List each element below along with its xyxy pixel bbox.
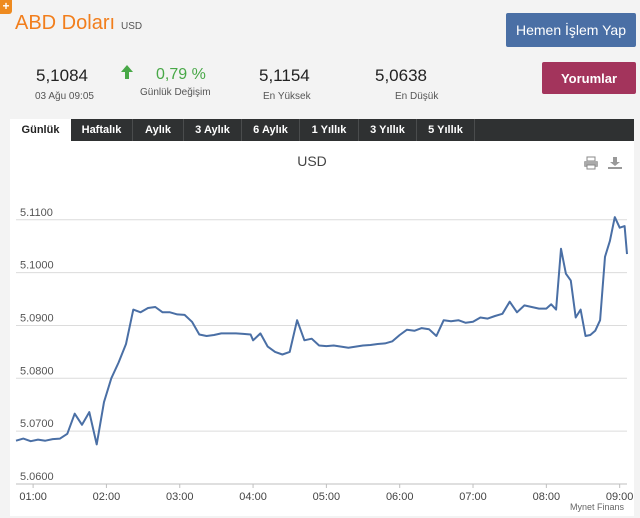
print-icon[interactable] — [583, 156, 599, 170]
trade-now-button[interactable]: Hemen İşlem Yap — [506, 13, 636, 47]
low-value: 5,0638 — [375, 66, 427, 85]
x-tick-label: 02:00 — [93, 491, 121, 503]
tab-6-months[interactable]: 6 Aylık — [242, 119, 300, 141]
low-block: 5,0638 En Düşük — [375, 66, 438, 102]
tab-3-years[interactable]: 3 Yıllık — [359, 119, 417, 141]
page-title: ABD Doları USD — [15, 12, 142, 35]
high-value: 5,1154 — [259, 66, 310, 85]
y-tick-label: 5.1100 — [20, 207, 53, 219]
y-tick-label: 5.0700 — [20, 418, 54, 430]
plus-icon: + — [0, 0, 12, 14]
high-label: En Yüksek — [263, 91, 311, 102]
price-chart-panel: USD 5.0600 5.0700 5.0800 5.0900 5.1000 5.1100 0… — [10, 141, 634, 516]
y-tick-label: 5.1000 — [20, 260, 54, 272]
daily-change-label: Günlük Değişim — [140, 87, 211, 98]
high-block: 5,1154 En Yüksek — [259, 66, 311, 102]
low-label: En Düşük — [395, 91, 439, 102]
tab-5-years[interactable]: 5 Yıllık — [417, 119, 475, 141]
x-tick-label: 05:00 — [313, 491, 341, 503]
current-price: 5,1084 — [36, 66, 88, 85]
x-tick-label: 03:00 — [166, 491, 194, 503]
y-tick-label: 5.0800 — [20, 365, 54, 377]
tab-1-year[interactable]: 1 Yıllık — [300, 119, 359, 141]
currency-name: ABD Doları — [15, 12, 116, 34]
tab-3-months[interactable]: 3 Aylık — [184, 119, 242, 141]
x-tick-label: 07:00 — [459, 491, 487, 503]
current-price-block: 5,1084 03 Ağu 09:05 — [35, 66, 94, 102]
up-arrow-icon — [120, 64, 144, 85]
price-datetime: 03 Ağu 09:05 — [35, 91, 94, 102]
chart-title: USD — [297, 153, 327, 169]
x-tick-label: 04:00 — [239, 491, 267, 503]
price-chart: USD 5.0600 5.0700 5.0800 5.0900 5.1000 5.1100 0… — [15, 153, 633, 512]
series-line — [15, 216, 628, 446]
daily-change-block: 0,79 % Günlük Değişim — [120, 64, 211, 98]
comments-button[interactable]: Yorumlar — [542, 62, 636, 94]
tab-monthly[interactable]: Aylık — [133, 119, 184, 141]
period-tabs: Günlük Haftalık Aylık 3 Aylık 6 Aylık 1 … — [10, 119, 634, 141]
x-tick-label: 06:00 — [386, 491, 414, 503]
x-tick-label: 01:00 — [19, 491, 47, 503]
currency-code: USD — [121, 21, 143, 32]
tab-weekly[interactable]: Haftalık — [71, 119, 133, 141]
x-tick-label: 08:00 — [533, 491, 561, 503]
download-icon[interactable] — [607, 156, 623, 170]
y-tick-label: 5.0600 — [20, 471, 54, 483]
y-tick-label: 5.0900 — [20, 312, 54, 324]
tab-daily[interactable]: Günlük — [10, 119, 71, 141]
daily-change-percent: 0,79 % — [156, 65, 206, 83]
chart-credit: Mynet Finans — [570, 502, 625, 512]
